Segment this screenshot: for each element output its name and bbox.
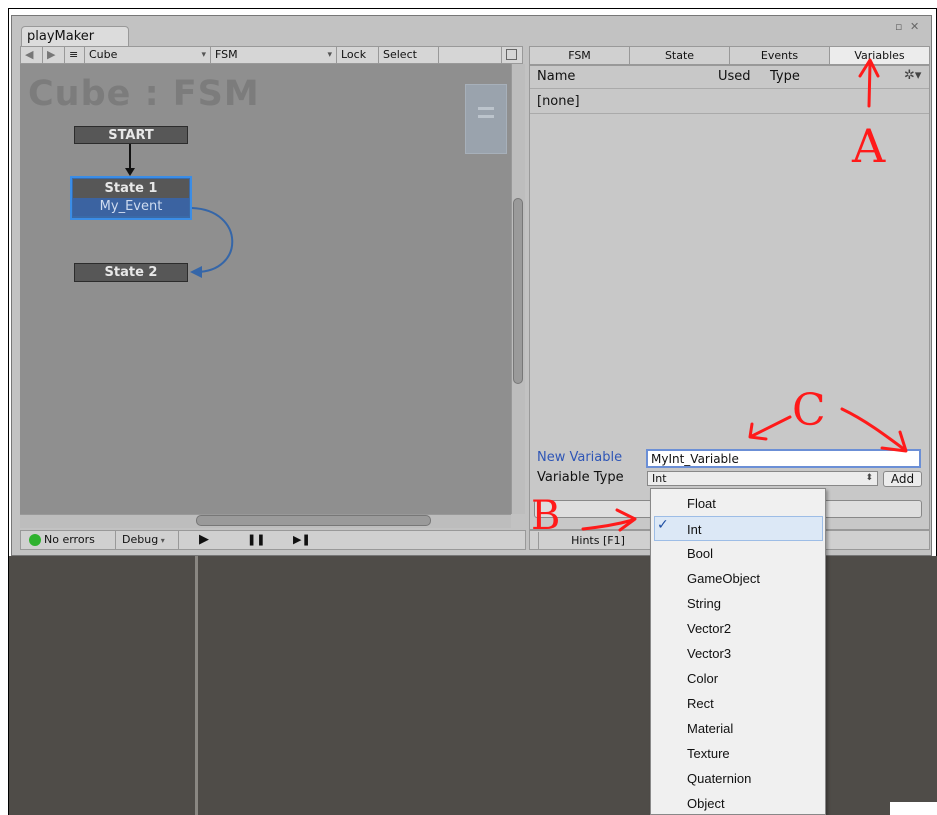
screenshot-root: playMaker ▫ ✕ ◀ ▶ ≡ Cube ▾ FSM ▾ Lock Se… <box>0 0 937 815</box>
annotation-letter-c: C <box>792 385 826 436</box>
annotation-letter-b: B <box>531 493 560 539</box>
annotation-letter-a: A <box>851 119 886 173</box>
red-annotations: A B C <box>531 58 908 539</box>
annotation-arrow-a <box>867 62 872 108</box>
